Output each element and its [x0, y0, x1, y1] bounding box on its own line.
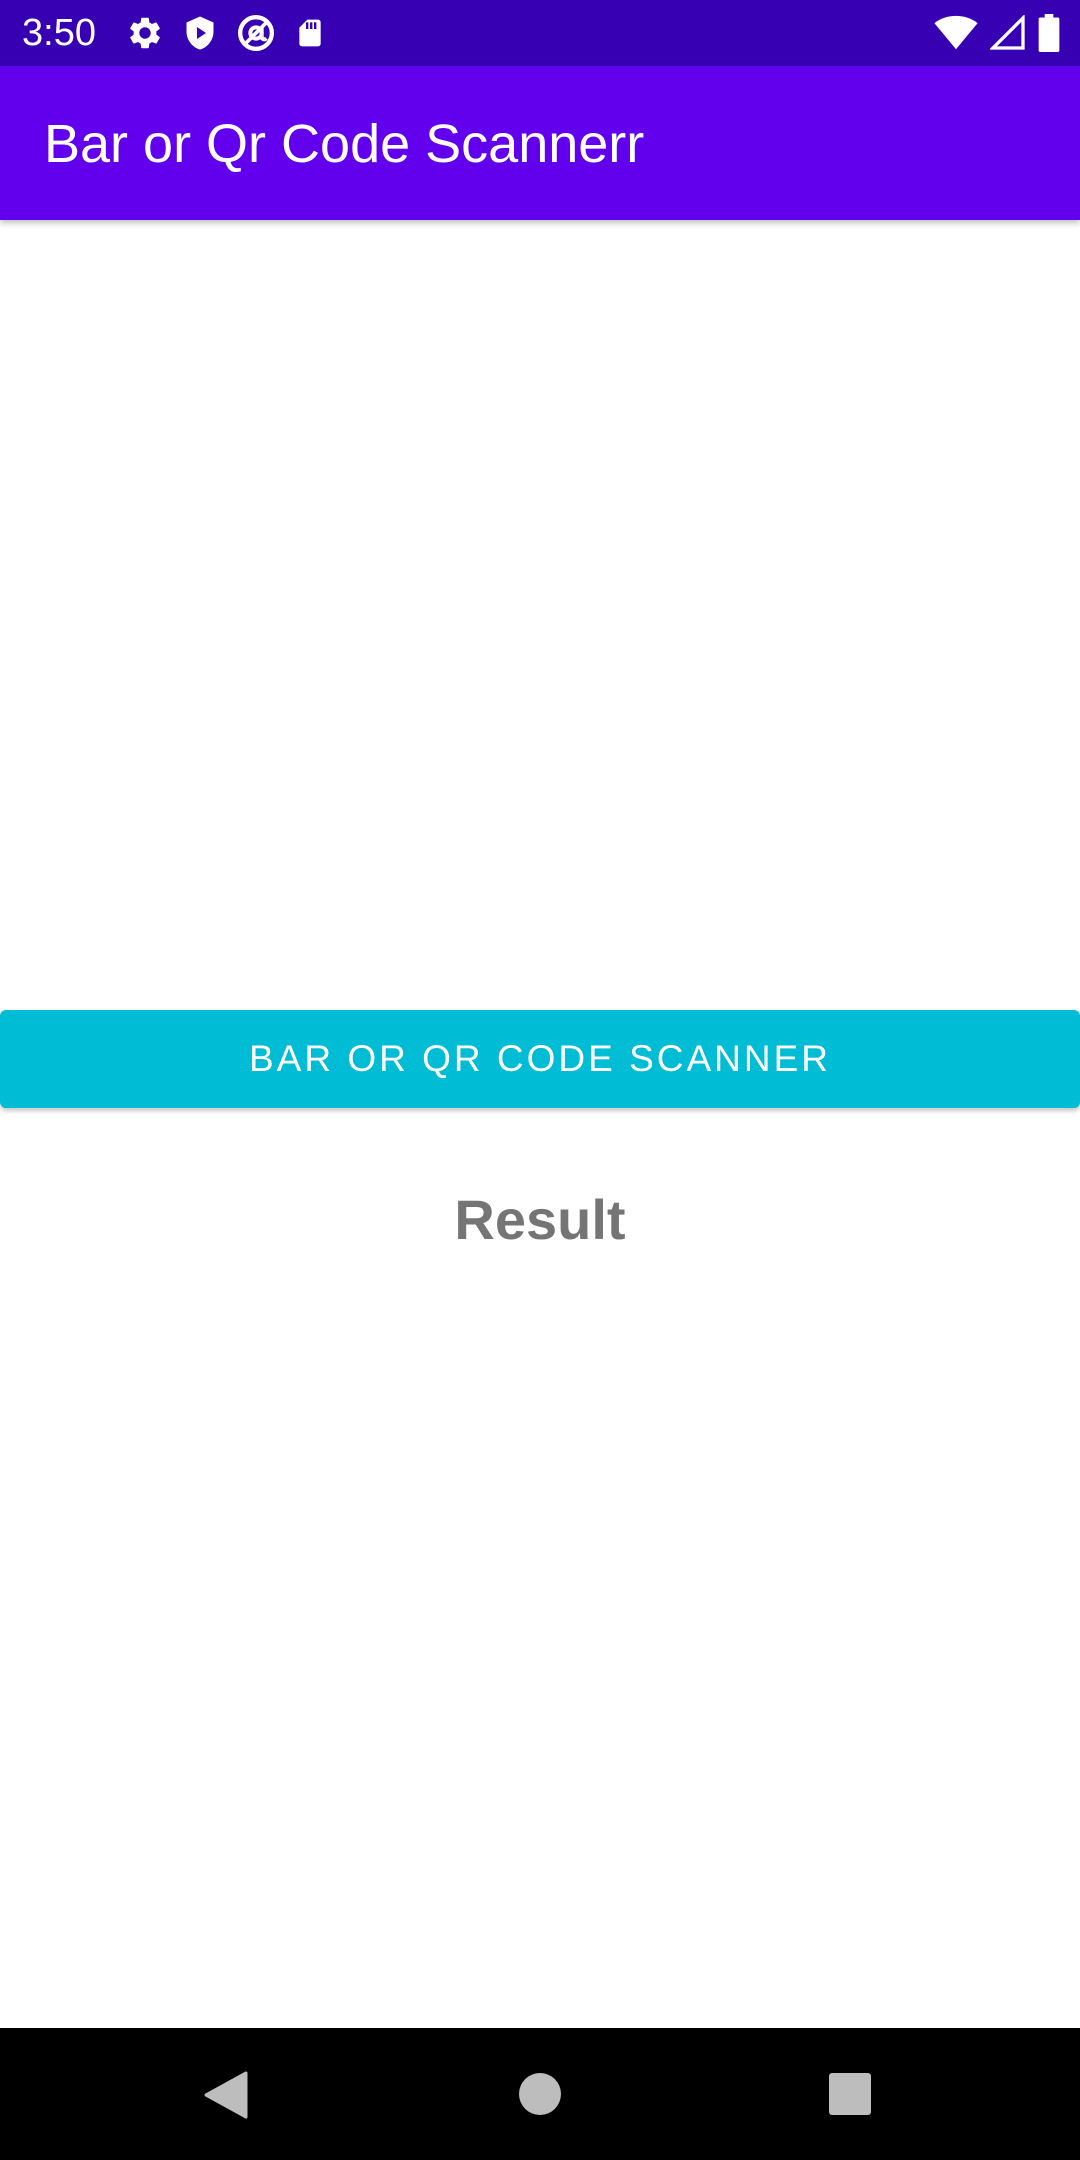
status-bar: 3:50 — [0, 0, 1080, 66]
cell-signal-icon — [990, 15, 1026, 51]
back-icon[interactable] — [204, 2071, 248, 2124]
battery-icon — [1038, 14, 1060, 52]
shield-play-icon — [182, 14, 218, 52]
status-time: 3:50 — [22, 12, 96, 54]
settings-gear-icon — [126, 14, 164, 52]
screen: 3:50 Bar or Qr Code Scannerr BAR OR QR C… — [0, 0, 1080, 2160]
sd-card-icon — [294, 15, 326, 51]
wifi-icon — [934, 15, 978, 51]
result-text: Result — [454, 1188, 626, 1251]
app-title: Bar or Qr Code Scannerr — [44, 114, 645, 174]
app-bar: Bar or Qr Code Scannerr — [0, 66, 1080, 220]
home-icon[interactable] — [518, 2072, 562, 2121]
recents-icon[interactable] — [828, 2072, 872, 2121]
navigation-bar — [0, 2028, 1080, 2160]
status-icons-left — [126, 13, 326, 53]
scan-button[interactable]: BAR OR QR CODE SCANNER — [0, 1010, 1080, 1108]
status-icons-right — [934, 13, 1060, 53]
at-sign-circle-icon — [236, 13, 276, 53]
